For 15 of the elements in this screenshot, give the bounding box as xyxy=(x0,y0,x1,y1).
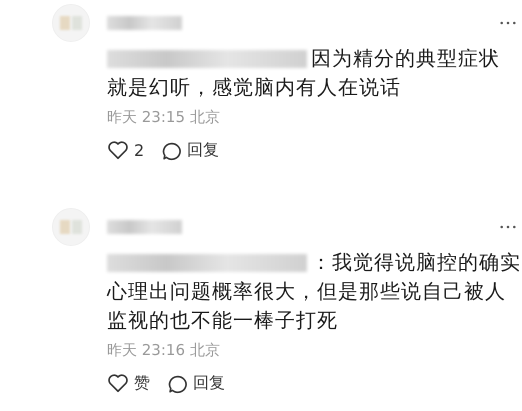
comment-text: 心理出问题概率很大，但是那些说自己被人 xyxy=(107,279,506,303)
more-icon[interactable] xyxy=(499,224,517,230)
comment-text: ：我觉得说脑控的确实 xyxy=(311,249,521,276)
comment-time: 昨天 23:15 北京 xyxy=(107,108,221,127)
like-button[interactable]: 2 xyxy=(107,139,144,161)
reply-button[interactable]: 回复 xyxy=(166,372,225,394)
reply-button[interactable]: 回复 xyxy=(160,139,220,161)
comment-text: 监视的也不能一棒子打死 xyxy=(107,308,338,332)
comment-text: 就是幻听，感觉脑内有人在说话 xyxy=(107,75,401,99)
heart-icon xyxy=(107,139,129,161)
more-icon[interactable] xyxy=(499,20,517,26)
like-button[interactable]: 赞 xyxy=(107,372,150,394)
heart-icon xyxy=(107,372,129,394)
comment-text: 因为精分的典型症状 xyxy=(311,45,500,72)
comment-time: 昨天 23:16 北京 xyxy=(107,341,221,360)
